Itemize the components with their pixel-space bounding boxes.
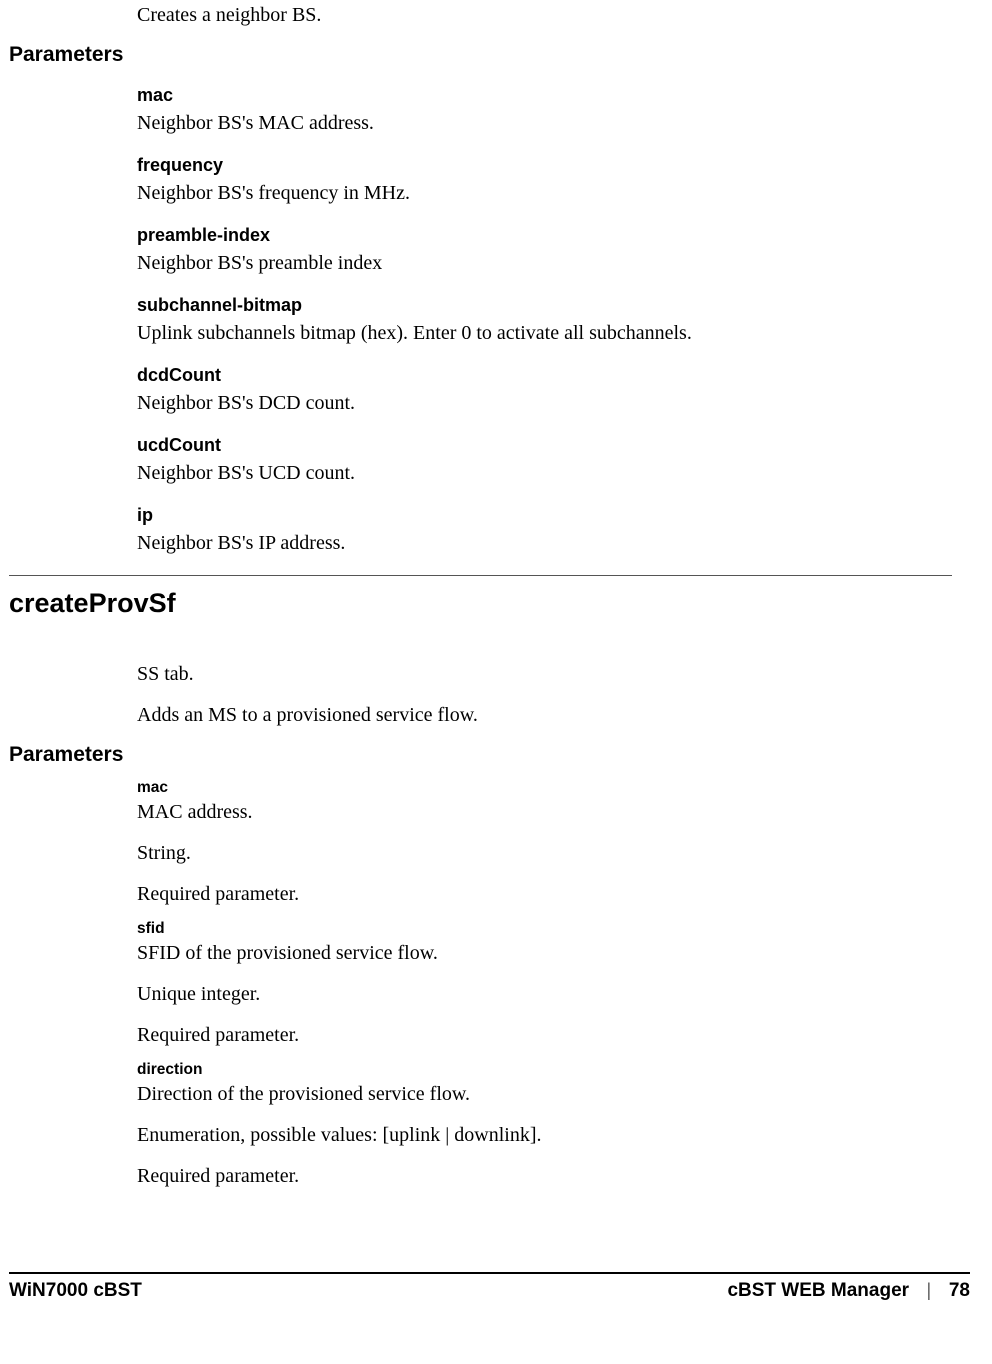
provsf-param-block: mac MAC address. String. Required parame…: [9, 779, 952, 908]
footer-row: WiN7000 cBST cBST WEB Manager | 78: [9, 1280, 970, 1302]
param-line: Required parameter.: [9, 1163, 952, 1190]
param-name: mac: [9, 85, 952, 106]
param-name: sfid: [9, 920, 952, 938]
neighbor-param-block: subchannel-bitmap Uplink subchannels bit…: [9, 295, 952, 347]
neighbor-param-block: preamble-index Neighbor BS's preamble in…: [9, 225, 952, 277]
param-name: preamble-index: [9, 225, 952, 246]
param-description: Uplink subchannels bitmap (hex). Enter 0…: [9, 320, 952, 347]
param-description: Neighbor BS's IP address.: [9, 530, 952, 557]
param-name: dcdCount: [9, 365, 952, 386]
footer-separator: |: [927, 1280, 931, 1302]
section-title: createProvSf: [9, 588, 952, 619]
param-line: Unique integer.: [9, 981, 952, 1008]
neighbor-param-block: mac Neighbor BS's MAC address.: [9, 85, 952, 137]
footer-left-text: WiN7000 cBST: [9, 1280, 142, 1302]
neighbor-param-block: ip Neighbor BS's IP address.: [9, 505, 952, 557]
param-description: Neighbor BS's DCD count.: [9, 390, 952, 417]
manual-page: Creates a neighbor BS. Parameters mac Ne…: [0, 0, 992, 1364]
provsf-param-block: sfid SFID of the provisioned service flo…: [9, 920, 952, 1049]
parameters-heading: Parameters: [9, 43, 952, 67]
section-divider: [9, 575, 952, 576]
tab-location: SS tab.: [9, 661, 952, 688]
param-name: mac: [9, 779, 952, 797]
param-line: String.: [9, 840, 952, 867]
section-description: Adds an MS to a provisioned service flow…: [9, 702, 952, 729]
param-name: frequency: [9, 155, 952, 176]
param-line: Required parameter.: [9, 881, 952, 908]
param-name: direction: [9, 1061, 952, 1079]
neighbor-param-block: dcdCount Neighbor BS's DCD count.: [9, 365, 952, 417]
parameters-heading: Parameters: [9, 743, 952, 767]
neighbor-param-block: ucdCount Neighbor BS's UCD count.: [9, 435, 952, 487]
param-line: Required parameter.: [9, 1022, 952, 1049]
param-name: subchannel-bitmap: [9, 295, 952, 316]
page-number: 78: [949, 1280, 970, 1302]
provsf-param-block: direction Direction of the provisioned s…: [9, 1061, 952, 1190]
param-name: ip: [9, 505, 952, 526]
intro-description: Creates a neighbor BS.: [9, 2, 952, 29]
page-content: Creates a neighbor BS. Parameters mac Ne…: [9, 0, 952, 1190]
param-line: SFID of the provisioned service flow.: [9, 940, 952, 967]
param-line: Enumeration, possible values: [uplink | …: [9, 1122, 952, 1149]
param-line: Direction of the provisioned service flo…: [9, 1081, 952, 1108]
page-footer: WiN7000 cBST cBST WEB Manager | 78: [9, 1272, 970, 1302]
footer-right: cBST WEB Manager | 78: [727, 1280, 970, 1302]
param-name: ucdCount: [9, 435, 952, 456]
param-description: Neighbor BS's preamble index: [9, 250, 952, 277]
param-description: Neighbor BS's UCD count.: [9, 460, 952, 487]
param-description: Neighbor BS's MAC address.: [9, 110, 952, 137]
footer-divider: [9, 1272, 970, 1274]
param-description: Neighbor BS's frequency in MHz.: [9, 180, 952, 207]
neighbor-param-block: frequency Neighbor BS's frequency in MHz…: [9, 155, 952, 207]
footer-section-label: cBST WEB Manager: [727, 1280, 909, 1302]
param-line: MAC address.: [9, 799, 952, 826]
